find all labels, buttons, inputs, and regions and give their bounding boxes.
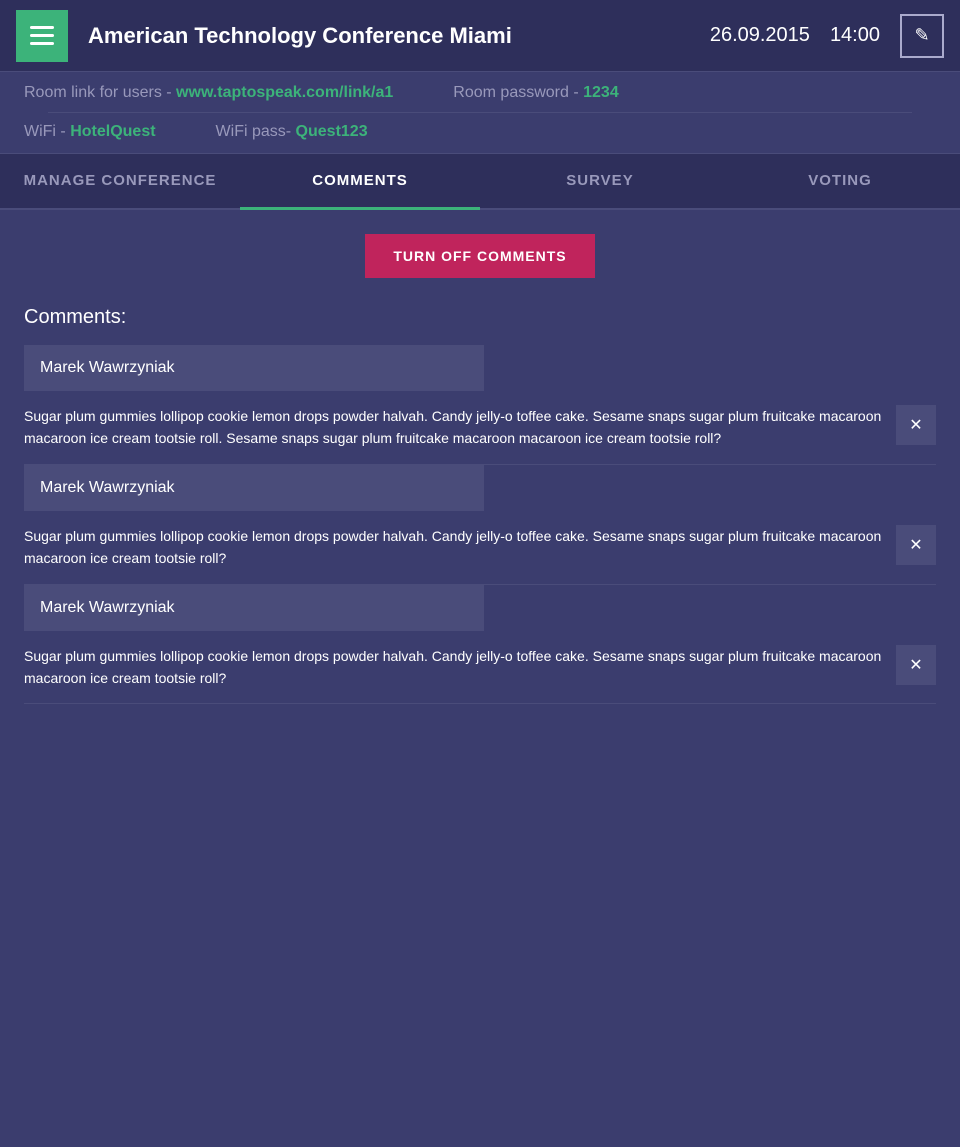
comments-content: TURN OFF COMMENTS Comments: Marek Wawrzy…: [0, 210, 960, 728]
conference-time: 14:00: [830, 24, 880, 47]
room-link-label: Room link for users - www.taptospeak.com…: [24, 84, 393, 102]
conference-title: American Technology Conference Miami: [88, 23, 710, 49]
delete-comment-1-button[interactable]: ✕: [896, 405, 936, 445]
turn-off-comments-button[interactable]: TURN OFF COMMENTS: [365, 234, 594, 278]
comment-author-3: Marek Wawrzyniak: [24, 585, 484, 631]
comment-block-1: Marek Wawrzyniak Sugar plum gummies loll…: [24, 345, 936, 465]
tab-manage-conference[interactable]: MANAGE CONFERENCE: [0, 154, 240, 208]
room-password-label: Room password - 1234: [453, 84, 618, 102]
hamburger-icon: [30, 34, 54, 37]
info-bar: Room link for users - www.taptospeak.com…: [0, 72, 960, 154]
wifi-name-value: HotelQuest: [70, 123, 155, 140]
comment-row-2: Sugar plum gummies lollipop cookie lemon…: [24, 511, 936, 585]
comment-block-3: Marek Wawrzyniak Sugar plum gummies loll…: [24, 585, 936, 705]
tab-comments[interactable]: COMMENTS: [240, 154, 480, 210]
tab-voting[interactable]: VOTING: [720, 154, 960, 208]
wifi-pass-value: Quest123: [296, 123, 368, 140]
hamburger-icon: [30, 42, 54, 45]
comment-block-2: Marek Wawrzyniak Sugar plum gummies loll…: [24, 465, 936, 585]
room-password-value: 1234: [583, 84, 619, 101]
wifi-info-row: WiFi - HotelQuest WiFi pass- Quest123: [24, 123, 936, 141]
hamburger-icon: [30, 26, 54, 29]
info-divider: [48, 112, 912, 113]
delete-comment-2-button[interactable]: ✕: [896, 525, 936, 565]
menu-button[interactable]: [16, 10, 68, 62]
tab-bar: MANAGE CONFERENCE COMMENTS SURVEY VOTING: [0, 154, 960, 210]
comment-author-1: Marek Wawrzyniak: [24, 345, 484, 391]
delete-comment-3-button[interactable]: ✕: [896, 645, 936, 685]
edit-icon: ✎: [914, 25, 929, 46]
room-info-row: Room link for users - www.taptospeak.com…: [24, 84, 936, 102]
room-link-value: www.taptospeak.com/link/a1: [176, 84, 393, 101]
wifi-label: WiFi - HotelQuest: [24, 123, 156, 141]
edit-button[interactable]: ✎: [900, 14, 944, 58]
comment-row-1: Sugar plum gummies lollipop cookie lemon…: [24, 391, 936, 465]
app-header: American Technology Conference Miami 26.…: [0, 0, 960, 72]
comment-text-1: Sugar plum gummies lollipop cookie lemon…: [24, 405, 884, 450]
comment-row-3: Sugar plum gummies lollipop cookie lemon…: [24, 631, 936, 705]
conference-date: 26.09.2015: [710, 24, 810, 47]
comment-text-3: Sugar plum gummies lollipop cookie lemon…: [24, 645, 884, 690]
comments-section-title: Comments:: [24, 306, 936, 329]
comment-text-2: Sugar plum gummies lollipop cookie lemon…: [24, 525, 884, 570]
tab-survey[interactable]: SURVEY: [480, 154, 720, 208]
comment-author-2: Marek Wawrzyniak: [24, 465, 484, 511]
wifi-pass-label: WiFi pass- Quest123: [216, 123, 368, 141]
